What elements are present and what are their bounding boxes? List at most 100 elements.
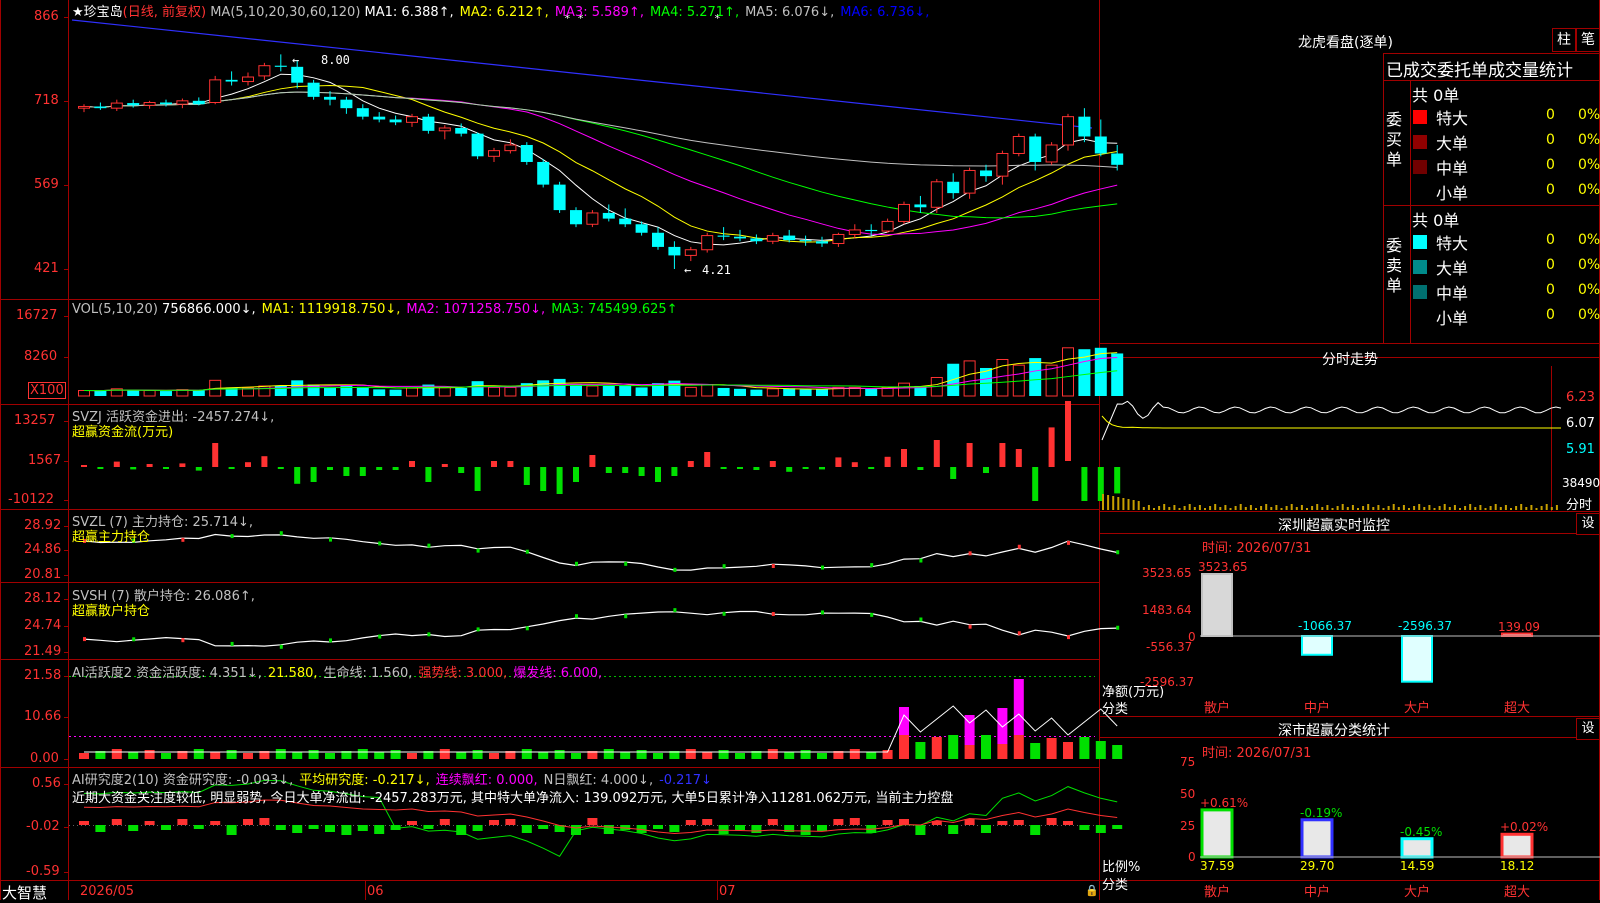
intraday-price-label: 6.23 — [1566, 390, 1595, 405]
intraday-vol-bar — [1423, 507, 1426, 510]
research-bar — [833, 819, 844, 825]
intraday-vol-bar — [1367, 504, 1370, 510]
class-category-label: 中户 — [1304, 885, 1331, 900]
monitor-value-label: -1066.37 — [1298, 619, 1352, 633]
fund-flow-bar — [441, 464, 448, 467]
fund-flow-bar — [327, 467, 333, 470]
fund-flow-bar — [425, 467, 432, 482]
order-count: 0 — [1546, 107, 1555, 123]
research-panel-title: AI研究度2(10) 资金研究度: -0.093↓, 平均研究度: -0.217↓… — [72, 769, 718, 788]
intraday-vol-bar — [1494, 504, 1497, 510]
class-ylabel: 比例% — [1102, 860, 1141, 875]
intraday-vol-bar — [1249, 505, 1252, 510]
volume-bar — [455, 387, 468, 396]
stock-name[interactable]: ★珍宝岛 — [72, 5, 123, 20]
research-bar — [1112, 825, 1123, 829]
fund-flow-bar — [687, 461, 694, 467]
volume-bar — [816, 389, 828, 396]
intraday-vol-bar — [1326, 505, 1329, 510]
ma-line — [83, 85, 1118, 243]
research-bar — [341, 825, 352, 835]
column-view-button[interactable]: 柱 — [1552, 28, 1576, 52]
intraday-vol-bar — [1122, 498, 1125, 510]
fund-flow-bar — [901, 449, 907, 467]
research-bar — [767, 819, 778, 825]
activity-bar — [948, 735, 959, 759]
research-bar — [292, 825, 303, 833]
fund-flow-bar — [720, 467, 727, 469]
intraday-vol-bar — [1499, 507, 1502, 510]
lhb-header: 已成交委托单成交量统计 — [1386, 61, 1573, 81]
research-bar — [1030, 825, 1041, 835]
monitor-value-label: -2596.37 — [1398, 619, 1452, 633]
vol-unit-label: X100 — [28, 382, 66, 399]
volume-bar — [192, 390, 205, 396]
intraday-vol-bar — [1142, 507, 1145, 510]
intraday-vol-bar — [1137, 501, 1140, 510]
candle-body — [537, 161, 550, 185]
intraday-vol-bar — [1112, 496, 1115, 510]
intraday-vol-bar — [1163, 504, 1166, 510]
class-axis-label: 0 — [1188, 850, 1196, 864]
research-bar — [374, 825, 385, 834]
candle-body — [783, 235, 796, 241]
volume-bar — [488, 386, 500, 397]
market-chart[interactable]: ← 8.00 ← 4.21 * * * — [0, 0, 1600, 900]
intraday-vol-bar — [1397, 507, 1400, 510]
order-pct: 0% — [1578, 182, 1600, 198]
candle-body — [143, 102, 156, 106]
ai-value: 强势线: 3.000, — [418, 666, 508, 681]
intraday-vol-bar — [1316, 504, 1319, 510]
intraday-vol-bar — [1550, 507, 1553, 510]
activity-bar — [817, 753, 827, 759]
svsh-axis-label: 24.74 — [24, 618, 62, 633]
intraday-vol-bar — [1413, 506, 1416, 510]
activity-bar — [653, 753, 663, 759]
svzl-line — [83, 531, 1120, 572]
research-bar — [325, 825, 335, 832]
order-pct: 0% — [1578, 232, 1600, 248]
fund-flow-bar — [409, 461, 415, 467]
fund-flow-bar — [146, 464, 153, 467]
class-bar — [1400, 837, 1434, 859]
research-value: -0.217↓ — [659, 773, 712, 788]
class-axis-label: 25 — [1180, 819, 1196, 833]
tick-view-button[interactable]: 笔 — [1576, 28, 1600, 52]
candle-body — [898, 203, 910, 222]
holding-mark — [1017, 631, 1021, 636]
volume-bar — [865, 388, 878, 396]
activity-bar — [997, 744, 1008, 759]
fund-flow-bar — [540, 467, 547, 491]
candle-body — [1029, 136, 1042, 162]
ai-panel-title: AI活跃度2 资金活跃度: 4.351↓, 21.580, 生命线: 1.560, 强… — [72, 662, 608, 681]
intraday-vol-bar — [1453, 505, 1456, 510]
period-label[interactable]: (日线, 前复权) — [123, 5, 206, 20]
candle-body — [1012, 135, 1025, 154]
volume-bar — [1045, 364, 1058, 397]
activity-bar — [128, 752, 139, 759]
intraday-vol-bar — [1459, 508, 1461, 510]
intraday-vol-bar — [1239, 504, 1242, 510]
intraday-vol-bar — [1198, 505, 1201, 510]
intraday-vol-bar — [1188, 504, 1191, 510]
intraday-vol-bar — [1331, 508, 1334, 510]
monitor-settings-button[interactable]: 设 — [1576, 513, 1600, 535]
candle-body — [455, 127, 468, 134]
monitor-bar — [1401, 635, 1433, 683]
intraday-vol-bar — [1132, 500, 1135, 510]
activity-bar — [931, 737, 942, 759]
class-stats-settings-button[interactable]: 设 — [1576, 718, 1600, 740]
lock-icon[interactable]: 🔒 — [1085, 884, 1099, 897]
holding-mark — [771, 564, 775, 568]
low-label: 4.21 — [702, 263, 731, 277]
fund-flow-bar — [638, 467, 645, 476]
research-bar — [653, 825, 663, 829]
order-pct: 0% — [1578, 282, 1600, 298]
intraday-vol-bar — [1341, 504, 1344, 510]
intraday-vol-bar — [1351, 505, 1354, 510]
volume-bar — [1029, 358, 1042, 396]
fund-flow-bar — [97, 467, 104, 469]
candle-body — [865, 229, 878, 232]
holding-mark — [722, 564, 726, 569]
activity-bar — [292, 752, 303, 759]
